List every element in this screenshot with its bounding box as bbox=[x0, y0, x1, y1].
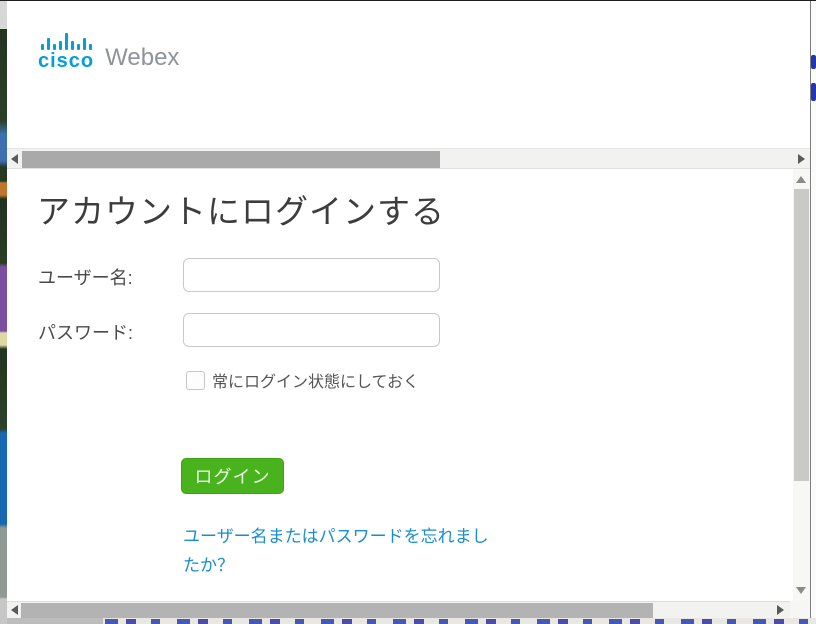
password-input[interactable] bbox=[183, 313, 440, 347]
clipped-background-text bbox=[105, 619, 810, 624]
username-input[interactable] bbox=[183, 258, 440, 292]
vertical-scrollbar-thumb[interactable] bbox=[794, 189, 809, 481]
clipped-background-text-mark bbox=[811, 55, 816, 69]
remember-me-label[interactable]: 常にログイン状態にしておく bbox=[212, 370, 432, 396]
window-horizontal-scrollbar[interactable] bbox=[7, 601, 790, 618]
background-page-bottom-sliver bbox=[7, 618, 816, 624]
cisco-bridge-bars-icon bbox=[41, 33, 92, 50]
scroll-right-arrow-icon[interactable] bbox=[798, 154, 805, 164]
form-vertical-scrollbar[interactable] bbox=[793, 169, 810, 601]
login-button[interactable]: ログイン bbox=[181, 458, 284, 494]
scroll-right-arrow-icon[interactable] bbox=[777, 605, 784, 615]
background-page-right-sliver bbox=[811, 1, 816, 624]
background-page-left-sliver bbox=[0, 1, 7, 624]
page-title: アカウントにログインする bbox=[37, 185, 445, 233]
cisco-logo-icon: cisco bbox=[38, 33, 94, 70]
horizontal-scrollbar-thumb[interactable] bbox=[21, 603, 653, 618]
scroll-left-arrow-icon[interactable] bbox=[11, 154, 18, 164]
horizontal-scrollbar-thumb[interactable] bbox=[22, 151, 440, 168]
cisco-webex-logo: cisco Webex bbox=[38, 33, 179, 70]
username-label: ユーザー名: bbox=[38, 264, 133, 290]
password-label: パスワード: bbox=[38, 319, 133, 345]
scroll-left-arrow-icon[interactable] bbox=[11, 605, 18, 615]
webex-login-window: cisco Webex アカウントにログインする ユーザー名: パスワード: 常… bbox=[0, 0, 816, 624]
scrollbar-corner bbox=[790, 601, 810, 618]
webex-wordmark: Webex bbox=[105, 46, 179, 70]
remember-me-checkbox[interactable] bbox=[186, 371, 205, 390]
forgot-credentials-link[interactable]: ユーザー名またはパスワードを忘れましたか？ bbox=[183, 522, 495, 580]
cisco-wordmark: cisco bbox=[38, 52, 94, 70]
scroll-down-arrow-icon[interactable] bbox=[796, 587, 806, 594]
scroll-up-arrow-icon[interactable] bbox=[796, 176, 806, 183]
clipped-background-text-mark bbox=[811, 83, 816, 101]
background-gray-segment bbox=[7, 618, 103, 624]
header-horizontal-scrollbar[interactable] bbox=[7, 148, 810, 169]
